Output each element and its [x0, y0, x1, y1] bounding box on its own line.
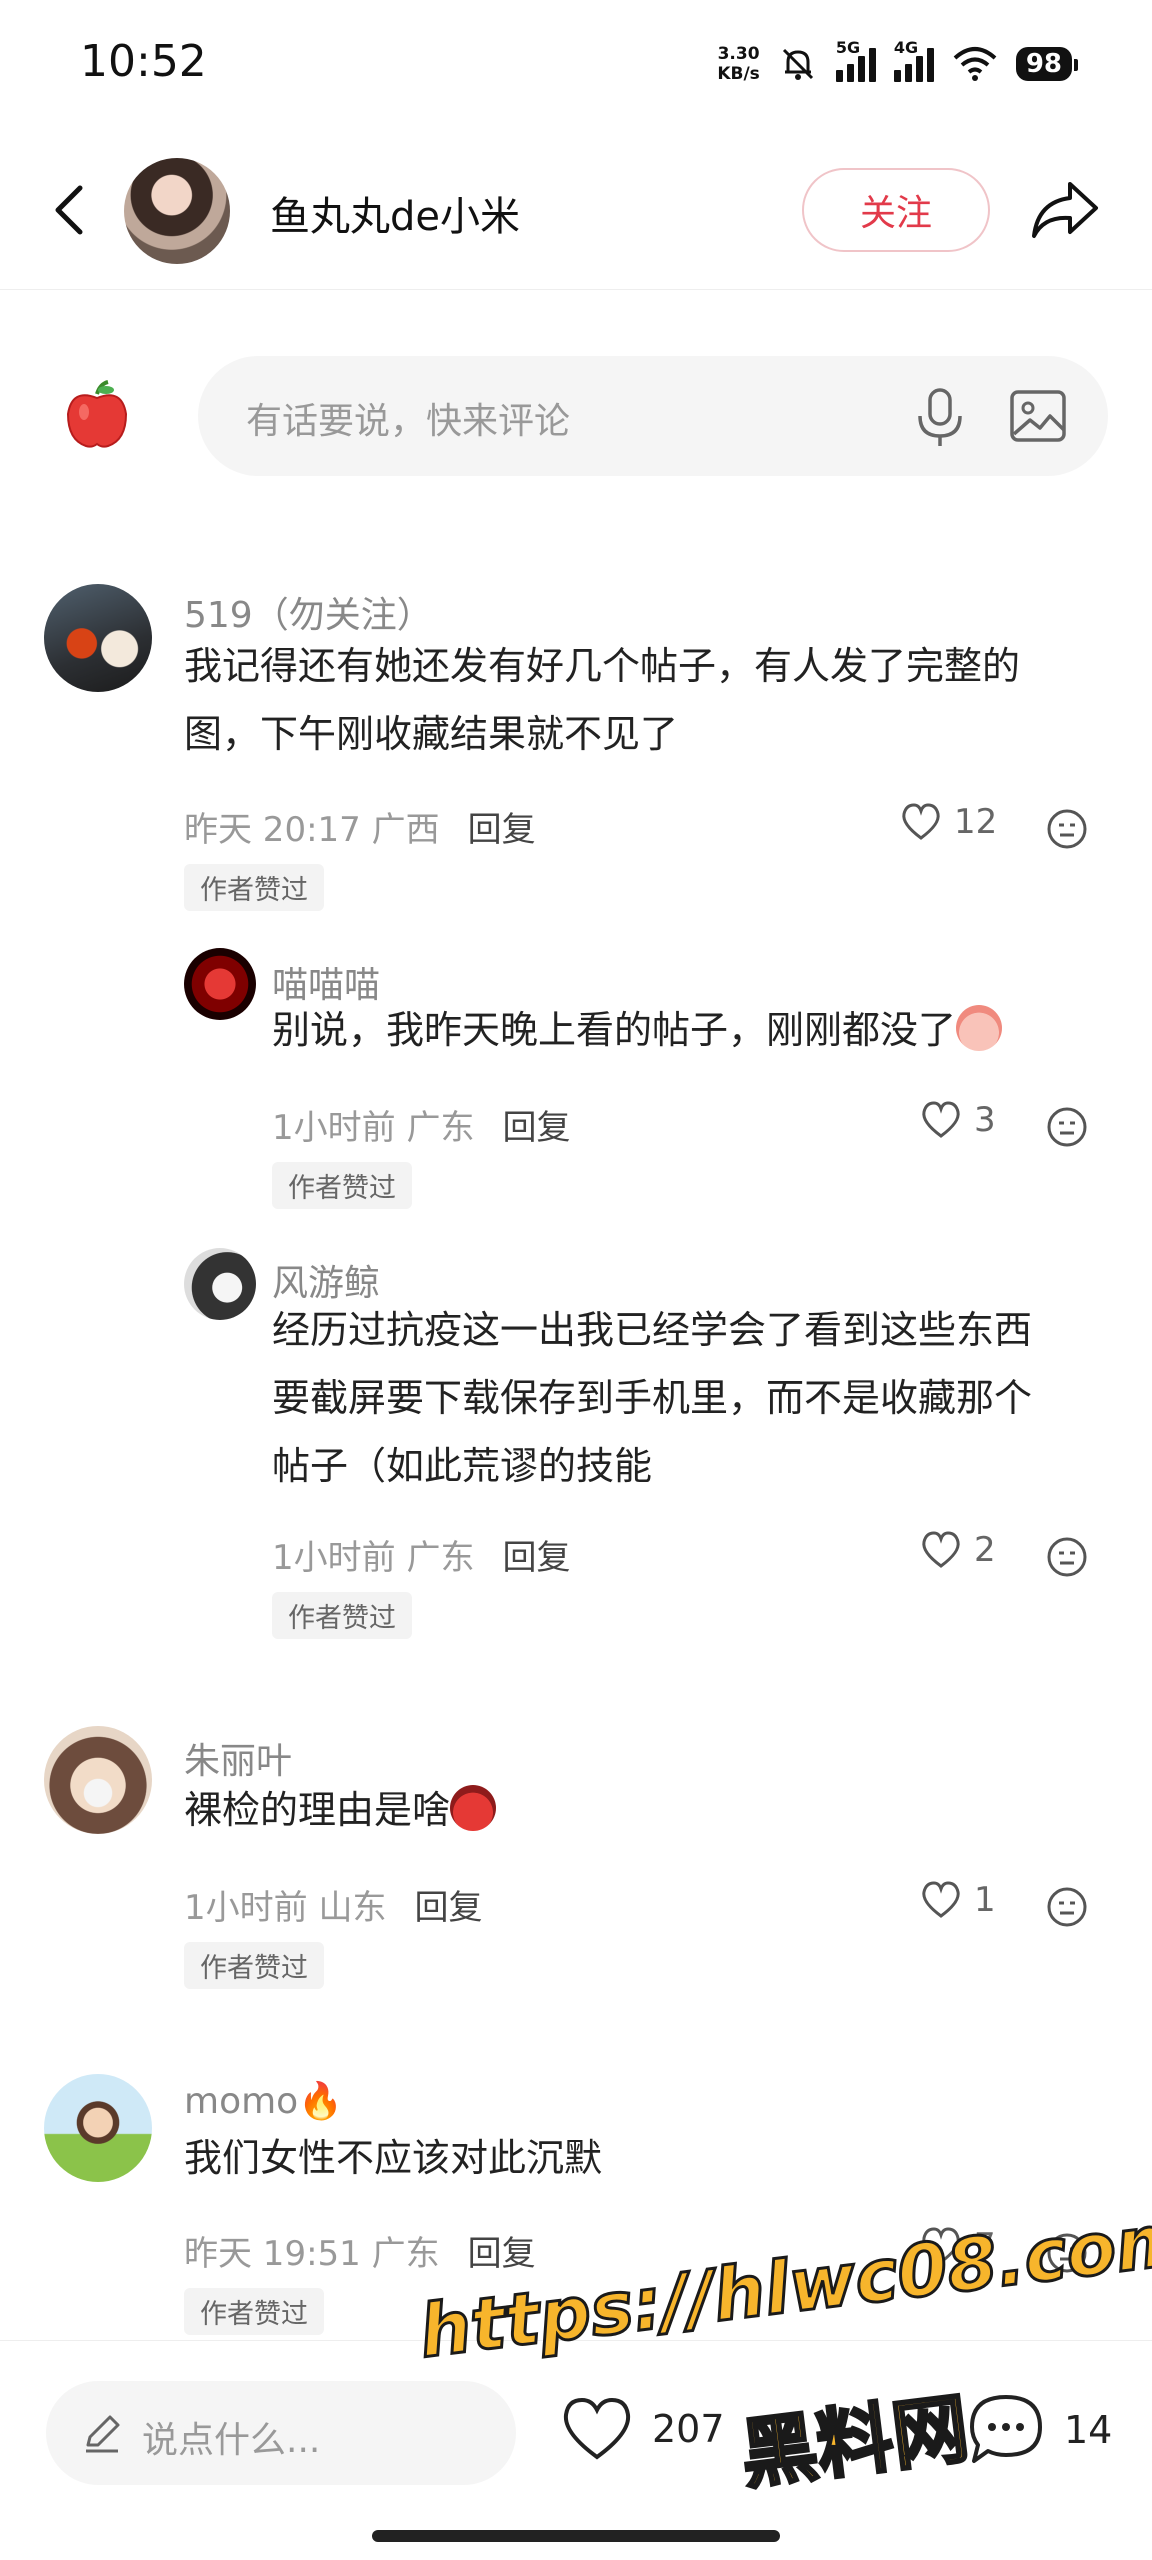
user-avatar[interactable]: [44, 584, 152, 692]
reply-button[interactable]: 回复: [502, 1530, 570, 1579]
reply-text: 别说，我昨天晚上看的帖子，刚刚都没了: [272, 996, 1003, 1064]
author-liked-tag: 作者赞过: [184, 864, 324, 911]
apple-icon: [66, 380, 128, 448]
like-count: 7: [974, 2226, 996, 2266]
comment-meta: 1小时前 山东 回复: [184, 1880, 482, 1929]
home-indicator[interactable]: [372, 2530, 780, 2542]
heart-icon: [922, 1101, 960, 1138]
author-liked-tag: 作者赞过: [184, 1942, 324, 1989]
baby-face-emoji: [956, 1005, 1003, 1051]
like-count: 3: [974, 1100, 996, 1140]
back-arrow-icon[interactable]: [42, 180, 102, 240]
user-avatar[interactable]: [184, 1248, 256, 1320]
comment-meta: 昨天 20:17 广西 回复: [184, 802, 536, 851]
heart-icon: [563, 2397, 631, 2460]
reply-button[interactable]: 回复: [468, 802, 536, 851]
status-time: 10:52: [80, 36, 207, 87]
share-icon[interactable]: [1030, 178, 1100, 242]
comment-item: 朱丽叶 裸检的理由是啥 1小时前 山东 回复 1 作者赞过: [0, 1726, 1152, 1996]
post-like-count: 207: [652, 2407, 725, 2451]
author-avatar[interactable]: [124, 158, 230, 264]
author-liked-tag: 作者赞过: [184, 2288, 324, 2335]
heart-icon: [922, 2227, 960, 2264]
post-comment-count: 14: [1064, 2408, 1113, 2452]
follow-button[interactable]: 关注: [802, 168, 990, 252]
post-header: 鱼丸丸de小米 关注: [0, 150, 1152, 290]
emoji-reaction-icon[interactable]: [1046, 1536, 1088, 1578]
user-avatar[interactable]: [44, 1726, 152, 1834]
like-count: 2: [974, 1530, 996, 1570]
heart-icon: [902, 803, 940, 840]
comment-input-placeholder: 有话要说，快来评论: [246, 401, 571, 442]
net-speed: 3.30 KB/s: [717, 44, 760, 84]
mute-bell-icon: [782, 48, 813, 80]
like-button[interactable]: 1: [920, 1880, 996, 1920]
say-something-placeholder: 说点什么...: [142, 2420, 321, 2461]
status-icons: 3.30 KB/s 5G 4G 98: [717, 38, 1079, 90]
author-name[interactable]: 鱼丸丸de小米: [270, 184, 520, 242]
comment-username[interactable]: 519（勿关注）: [184, 586, 433, 638]
user-avatar[interactable]: [44, 2074, 152, 2182]
like-button[interactable]: 3: [920, 1100, 996, 1140]
angry-devil-emoji: [450, 1785, 497, 1831]
signal-4g-icon: 4G: [893, 38, 934, 82]
say-something-input[interactable]: 说点什么...: [46, 2381, 516, 2485]
emoji-reaction-icon[interactable]: [1046, 1106, 1088, 1148]
comment-text: 裸检的理由是啥: [184, 1776, 497, 1844]
comment-location: 广西: [371, 810, 440, 850]
comment-meta: 昨天 19:51 广东 回复: [184, 2226, 536, 2275]
comment-item: 519（勿关注） 我记得还有她还发有好几个帖子，有人发了完整的 图，下午刚收藏结…: [0, 580, 1152, 1650]
comment-time: 昨天 20:17: [184, 810, 361, 850]
emoji-reaction-icon[interactable]: [1046, 2232, 1088, 2274]
like-button[interactable]: 7: [920, 2226, 996, 2266]
comment-username[interactable]: momo🔥: [184, 2080, 343, 2122]
status-bar: 10:52 3.30 KB/s 5G 4G 98: [0, 0, 1152, 130]
image-icon[interactable]: [1008, 386, 1068, 446]
like-count: 1: [974, 1880, 996, 1920]
bottom-action-bar: 说点什么... 207 14: [0, 2340, 1152, 2500]
comment-text: 我们女性不应该对此沉默: [184, 2136, 603, 2180]
reply-button[interactable]: 回复: [502, 1100, 570, 1149]
reply-button[interactable]: 回复: [414, 1880, 482, 1929]
comment-bubble-icon: [970, 2395, 1042, 2463]
like-button[interactable]: 2: [920, 1530, 996, 1570]
user-avatar[interactable]: [184, 948, 256, 1020]
comment-item: momo🔥 我们女性不应该对此沉默 昨天 19:51 广东 回复 7 作者赞过: [0, 2074, 1152, 2340]
author-liked-tag: 作者赞过: [272, 1162, 412, 1209]
post-comment-button[interactable]: 14: [966, 2391, 1112, 2469]
pen-icon: [86, 2415, 120, 2453]
like-count: 12: [954, 802, 998, 842]
emoji-reaction-icon[interactable]: [1046, 1886, 1088, 1928]
comment-text: 我记得还有她还发有好几个帖子，有人发了完整的 图，下午刚收藏结果就不见了: [184, 644, 1021, 756]
post-like-button[interactable]: 207: [560, 2395, 725, 2463]
like-button[interactable]: 12: [900, 802, 997, 842]
microphone-icon[interactable]: [910, 386, 970, 450]
reply-button[interactable]: 回复: [468, 2226, 536, 2275]
battery-icon: 98: [1015, 47, 1079, 81]
reply-text: 经历过抗疫这一出我已经学会了看到这些东西 要截屏要下载保存到手机里，而不是收藏那…: [272, 1308, 1033, 1488]
author-liked-tag: 作者赞过: [272, 1592, 412, 1639]
wifi-icon: [953, 47, 997, 81]
reply-meta: 1小时前 广东 回复: [272, 1100, 570, 1149]
heart-icon: [922, 1531, 960, 1568]
signal-5g-icon: 5G: [835, 38, 876, 82]
heart-icon: [922, 1881, 960, 1918]
reply-meta: 1小时前 广东 回复: [272, 1530, 570, 1579]
comment-input[interactable]: 有话要说，快来评论: [198, 356, 1108, 476]
emoji-reaction-icon[interactable]: [1046, 808, 1088, 850]
